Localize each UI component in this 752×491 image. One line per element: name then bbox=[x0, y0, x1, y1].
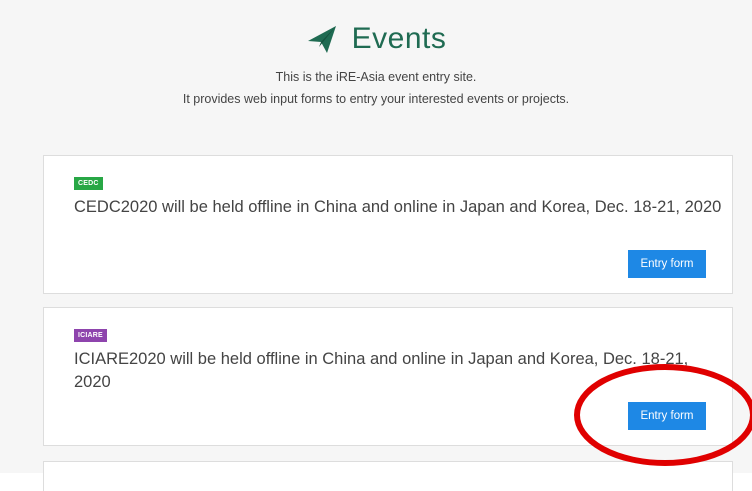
event-card-partial bbox=[43, 461, 733, 491]
page: Events This is the iRE-Asia event entry … bbox=[0, 0, 752, 491]
entry-form-button[interactable]: Entry form bbox=[628, 402, 706, 430]
paper-plane-icon bbox=[306, 23, 338, 55]
title-row: Events bbox=[0, 18, 752, 60]
event-card-cedc: CEDC CEDC2020 will be held offline in Ch… bbox=[43, 155, 733, 294]
event-description: CEDC2020 will be held offline in China a… bbox=[74, 198, 722, 216]
event-card-iciare: ICIARE ICIARE2020 will be held offline i… bbox=[43, 307, 733, 446]
subtitle-line-1: This is the iRE-Asia event entry site. bbox=[275, 70, 477, 84]
event-description: ICIARE2020 will be held offline in China… bbox=[74, 350, 689, 391]
page-title: Events bbox=[351, 22, 447, 55]
subtitle-line-2: It provides web input forms to entry you… bbox=[182, 92, 570, 106]
header: Events This is the iRE-Asia event entry … bbox=[0, 18, 752, 110]
entry-form-button[interactable]: Entry form bbox=[628, 250, 706, 278]
event-badge: CEDC bbox=[74, 177, 103, 190]
event-badge: ICIARE bbox=[74, 329, 107, 342]
subtitle: This is the iRE-Asia event entry site. I… bbox=[0, 66, 752, 110]
